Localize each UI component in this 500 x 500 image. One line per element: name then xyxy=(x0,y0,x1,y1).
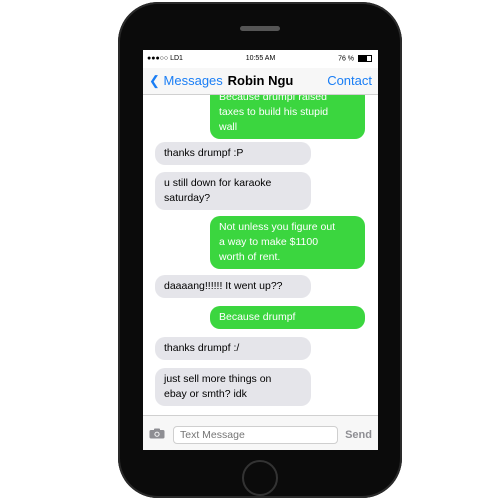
message-bubble-sent[interactable]: Because drumpf raised taxes to build his… xyxy=(210,94,365,139)
home-button[interactable] xyxy=(242,460,278,496)
send-button[interactable]: Send xyxy=(345,429,372,441)
battery-icon xyxy=(358,55,372,62)
speaker-grille xyxy=(240,26,280,31)
compose-bar: Send xyxy=(143,415,378,450)
message-bubble-received[interactable]: u still down for karaoke saturday? xyxy=(155,172,311,210)
message-bubble-received[interactable]: thanks drumpf :/ xyxy=(155,337,311,360)
message-bubble-sent[interactable]: Not unless you figure out a way to make … xyxy=(210,216,365,269)
camera-icon[interactable] xyxy=(149,428,165,439)
message-thread[interactable]: Because drumpf raised taxes to build his… xyxy=(143,94,378,415)
contact-button[interactable]: Contact xyxy=(327,73,372,88)
phone-screen: ●●●○○ LD1 10:55 AM 76 % ❮ Messages Robin… xyxy=(143,50,378,450)
battery-status: 76 % xyxy=(338,55,372,62)
message-bubble-received[interactable]: daaaang!!!!!! It went up?? xyxy=(155,275,311,298)
message-bubble-sent[interactable]: Because drumpf xyxy=(210,306,365,329)
message-bubble-received[interactable]: just sell more things on ebay or smth? i… xyxy=(155,368,311,406)
battery-percent: 76 % xyxy=(338,55,355,63)
message-bubble-received[interactable]: thanks drumpf :P xyxy=(155,142,311,165)
nav-bar: ❮ Messages Robin Ngu Contact xyxy=(143,68,378,95)
message-input[interactable] xyxy=(173,426,338,444)
status-bar: ●●●○○ LD1 10:55 AM 76 % xyxy=(143,50,378,68)
